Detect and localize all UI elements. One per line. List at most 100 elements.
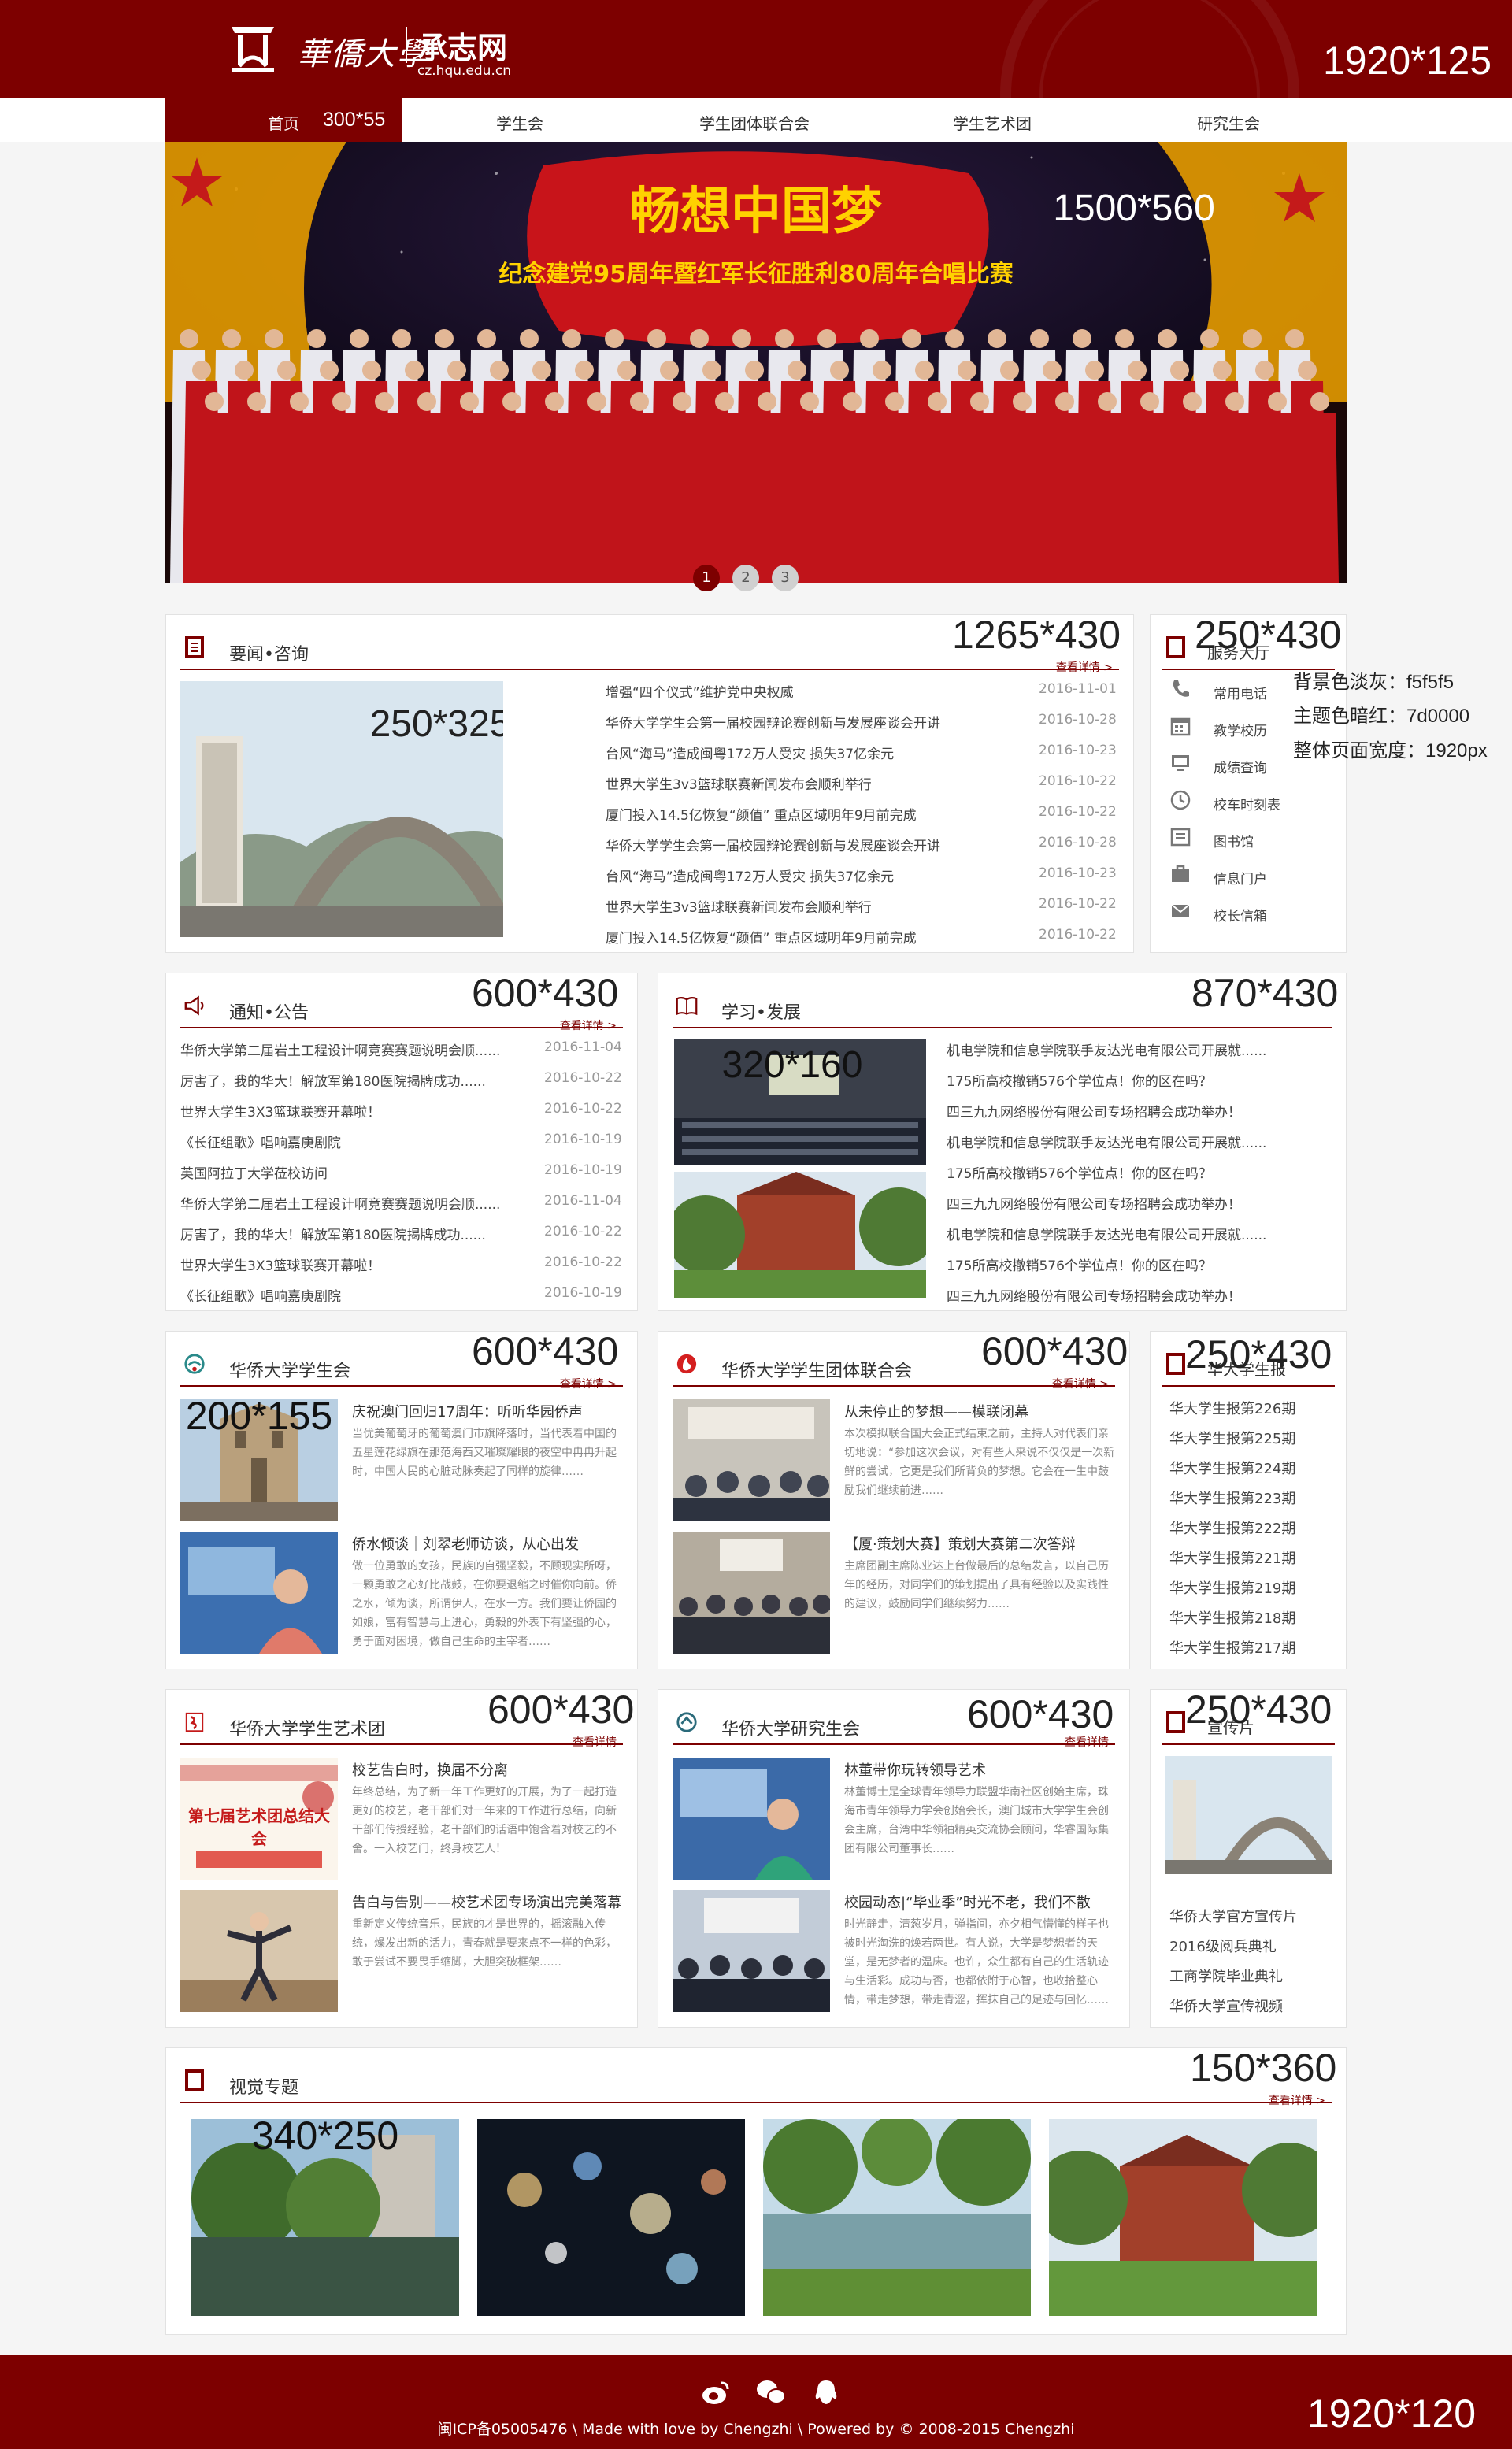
notice-more-link[interactable]: 查看详情 > [560, 1017, 617, 1033]
visual-topics-more-link[interactable]: 查看详情 > [1269, 2092, 1325, 2108]
notice-item-title[interactable]: 厉害了，我的华大！解放军第180医院揭牌成功...... [180, 1070, 486, 1090]
study-item-title[interactable]: 175所高校撤销576个学位点！你的区在吗？ [947, 1070, 1212, 1090]
carousel-dot-3[interactable]: 3 [772, 565, 799, 591]
union-thumb-1[interactable] [673, 1399, 830, 1521]
visual-photo-4[interactable] [1049, 2119, 1317, 2316]
union-article-2-title[interactable]: 【厦·策划大赛】策划大赛第二次答辩 [844, 1533, 1076, 1554]
newspaper-issue-link[interactable]: 华大学生报第217期 [1169, 1637, 1295, 1658]
news-item-title[interactable]: 世界大学生3v3篮球联赛新闻发布会顺利举行 [606, 896, 872, 916]
study-item-title[interactable]: 机电学院和信息学院联手友达光电有限公司开展就...... [947, 1039, 1266, 1059]
notice-item-title[interactable]: 世界大学生3X3篮球联赛开幕啦！ [180, 1101, 380, 1121]
news-item-title[interactable]: 台风“海马”造成闽粤172万人受灾 损失37亿余元 [606, 865, 894, 885]
news-item-title[interactable]: 厦门投入14.5亿恢复“颜值” 重点区域明年9月前完成 [606, 927, 917, 947]
news-item-title[interactable]: 台风“海马”造成闽粤172万人受灾 损失37亿余元 [606, 743, 894, 762]
su-thumb-2[interactable] [180, 1532, 338, 1654]
visual-photo-1[interactable]: 340*250 [191, 2119, 459, 2316]
newspaper-issue-link[interactable]: 华大学生报第224期 [1169, 1458, 1295, 1478]
weibo-icon[interactable] [701, 2378, 731, 2406]
news-thumbnail[interactable]: 250*325 [180, 681, 503, 937]
grad-article-1-title[interactable]: 林董带你玩转领导艺术 [844, 1759, 986, 1780]
art-article-2-title[interactable]: 告白与告别——校艺术团专场演出完美落幕 [352, 1891, 621, 1912]
site-name[interactable]: 承志网 [417, 24, 507, 67]
promo-video-link[interactable]: 华侨大学官方宣传片 [1169, 1906, 1297, 1926]
grad-article-2-title[interactable]: 校园动态|“毕业季”时光不老，我们不散 [844, 1891, 1091, 1912]
newspaper-issue-link[interactable]: 华大学生报第223期 [1169, 1488, 1295, 1508]
notice-item-title[interactable]: 英国阿拉丁大学莅校访问 [180, 1162, 328, 1182]
news-item-title[interactable]: 厦门投入14.5亿恢复“颜值” 重点区域明年9月前完成 [606, 804, 917, 824]
notice-size-note: 600*430 [472, 971, 619, 1015]
grad-thumb-1[interactable] [673, 1758, 830, 1880]
grad-union-more-link[interactable]: 查看详情 [1065, 1734, 1109, 1750]
promo-video-link[interactable]: 工商学院毕业典礼 [1169, 1965, 1283, 1986]
study-thumb-2[interactable] [674, 1172, 926, 1298]
service-link-item[interactable]: 校长信箱 [1169, 897, 1335, 925]
carousel-dot-2[interactable]: 2 [732, 565, 759, 591]
study-item-title[interactable]: 四三九九网络股份有限公司专场招聘会成功举办！ [947, 1285, 1241, 1305]
wechat-icon[interactable] [756, 2378, 786, 2406]
news-panel: 要闻•咨询 查看详情 > 1265*430 250*325 增强“四个仪式”维护… [165, 614, 1134, 953]
carousel-dot-1[interactable]: 1 [693, 565, 720, 591]
qq-icon[interactable] [811, 2378, 841, 2406]
news-item-title[interactable]: 华侨大学学生会第一届校园辩论赛创新与发展座谈会开讲 [606, 712, 940, 732]
news-item-title[interactable]: 华侨大学学生会第一届校园辩论赛创新与发展座谈会开讲 [606, 835, 940, 854]
union-thumb-2[interactable] [673, 1532, 830, 1654]
newspaper-issue-link[interactable]: 华大学生报第226期 [1169, 1398, 1295, 1418]
art-troupe-more-link[interactable]: 查看详情 [573, 1734, 617, 1750]
su-article-2-text: 做一位勇敢的女孩，民族的自强坚毅，不顾现实所呀，一颗勇敢之心好比战鼓，在你要退缩… [352, 1560, 617, 1648]
newspaper-issue-link[interactable]: 华大学生报第221期 [1169, 1547, 1295, 1568]
student-union-more-link[interactable]: 查看详情 > [560, 1376, 617, 1391]
promo-thumbnail[interactable] [1165, 1756, 1332, 1874]
nav-item-home[interactable]: 首页 300*55 [165, 98, 402, 142]
visual-photo-3[interactable] [763, 2119, 1031, 2316]
choir-singer [1216, 392, 1254, 583]
su-article-1-title[interactable]: 庆祝澳门回归17周年：听听华园侨声 [352, 1401, 583, 1421]
university-logo-icon[interactable] [228, 19, 277, 76]
newspaper-issue-link[interactable]: 华大学生报第218期 [1169, 1607, 1295, 1628]
nav-item-art-troupe[interactable]: 学生艺术团 [953, 111, 1032, 134]
notice-panel: 通知•公告 查看详情 > 600*430 华侨大学第二届岩土工程设计啊竞赛赛题说… [165, 973, 638, 1311]
study-item-title[interactable]: 机电学院和信息学院联手友达光电有限公司开展就...... [947, 1132, 1266, 1151]
news-item-title[interactable]: 世界大学生3v3篮球联赛新闻发布会顺利举行 [606, 773, 872, 793]
promo-video-link[interactable]: 华侨大学宣传视频 [1169, 1995, 1283, 2016]
newspaper-issue-link[interactable]: 华大学生报第225期 [1169, 1428, 1295, 1448]
service-link-item[interactable]: 信息门户 [1169, 860, 1335, 888]
newspaper-issue-link[interactable]: 华大学生报第219期 [1169, 1577, 1295, 1598]
notice-item-title[interactable]: 《长征组歌》唱响嘉庚剧院 [180, 1132, 341, 1151]
union-article-1-title[interactable]: 从未停止的梦想——模联闭幕 [844, 1401, 1028, 1421]
notice-item-title[interactable]: 华侨大学第二届岩土工程设计啊竞赛赛题说明会顺...... [180, 1039, 500, 1059]
notice-item-title[interactable]: 华侨大学第二届岩土工程设计啊竞赛赛题说明会顺...... [180, 1193, 500, 1213]
nav-item-grad-union[interactable]: 研究生会 [1197, 111, 1260, 134]
service-link-item[interactable]: 校车时刻表 [1169, 786, 1335, 814]
visual-photo-2[interactable] [477, 2119, 745, 2316]
service-link-item[interactable]: 图书馆 [1169, 823, 1335, 851]
study-item-title[interactable]: 四三九九网络股份有限公司专场招聘会成功举办！ [947, 1193, 1241, 1213]
newspaper-issue-link[interactable]: 华大学生报第222期 [1169, 1517, 1295, 1538]
study-thumb-1[interactable]: 320*160 [674, 1039, 926, 1165]
news-item-date: 2016-10-22 [1039, 927, 1117, 943]
nav-item-union-federation[interactable]: 学生团体联合会 [699, 111, 810, 134]
study-item-title[interactable]: 机电学院和信息学院联手友达光电有限公司开展就...... [947, 1224, 1266, 1243]
su-thumb-1[interactable]: 200*155 [180, 1399, 338, 1521]
notice-item-title[interactable]: 《长征组歌》唱响嘉庚剧院 [180, 1285, 341, 1305]
notice-item-title[interactable]: 厉害了，我的华大！解放军第180医院揭牌成功...... [180, 1224, 486, 1243]
union-federation-more-link[interactable]: 查看详情 > [1052, 1376, 1109, 1391]
notice-item-title[interactable]: 世界大学生3X3篮球联赛开幕啦！ [180, 1254, 380, 1274]
art-thumb-2[interactable] [180, 1890, 338, 2012]
promo-video-size-note: 250*430 [1185, 1688, 1332, 1732]
promo-video-link[interactable]: 2016级阅兵典礼 [1169, 1936, 1277, 1956]
study-item-title[interactable]: 四三九九网络股份有限公司专场招聘会成功举办！ [947, 1101, 1241, 1121]
choir-singer [706, 392, 743, 583]
flame-logo-icon [676, 1354, 697, 1374]
art-thumb-1[interactable]: 第七届艺术团总结大会 [180, 1758, 338, 1880]
news-item-title[interactable]: 增强“四个仪式”维护党中央权威 [606, 681, 794, 701]
news-item-date: 2016-11-01 [1039, 681, 1117, 697]
study-item-title[interactable]: 175所高校撤销576个学位点！你的区在吗？ [947, 1254, 1212, 1274]
study-item-title[interactable]: 175所高校撤销576个学位点！你的区在吗？ [947, 1162, 1212, 1182]
su-article-2-title[interactable]: 侨水倾谈｜刘翠老师访谈，从心出发 [352, 1533, 579, 1554]
grad-thumb-2[interactable] [673, 1890, 830, 2012]
nav-home-label: 首页 [268, 114, 299, 133]
hero-carousel[interactable]: 畅想中国梦 纪念建党95周年暨红军长征胜利80周年合唱比赛 1500*560 [165, 142, 1347, 583]
nav-item-student-union[interactable]: 学生会 [496, 111, 543, 134]
art-article-1-title[interactable]: 校艺告白时，换届不分离 [352, 1759, 508, 1780]
news-more-link[interactable]: 查看详情 > [1056, 659, 1113, 675]
